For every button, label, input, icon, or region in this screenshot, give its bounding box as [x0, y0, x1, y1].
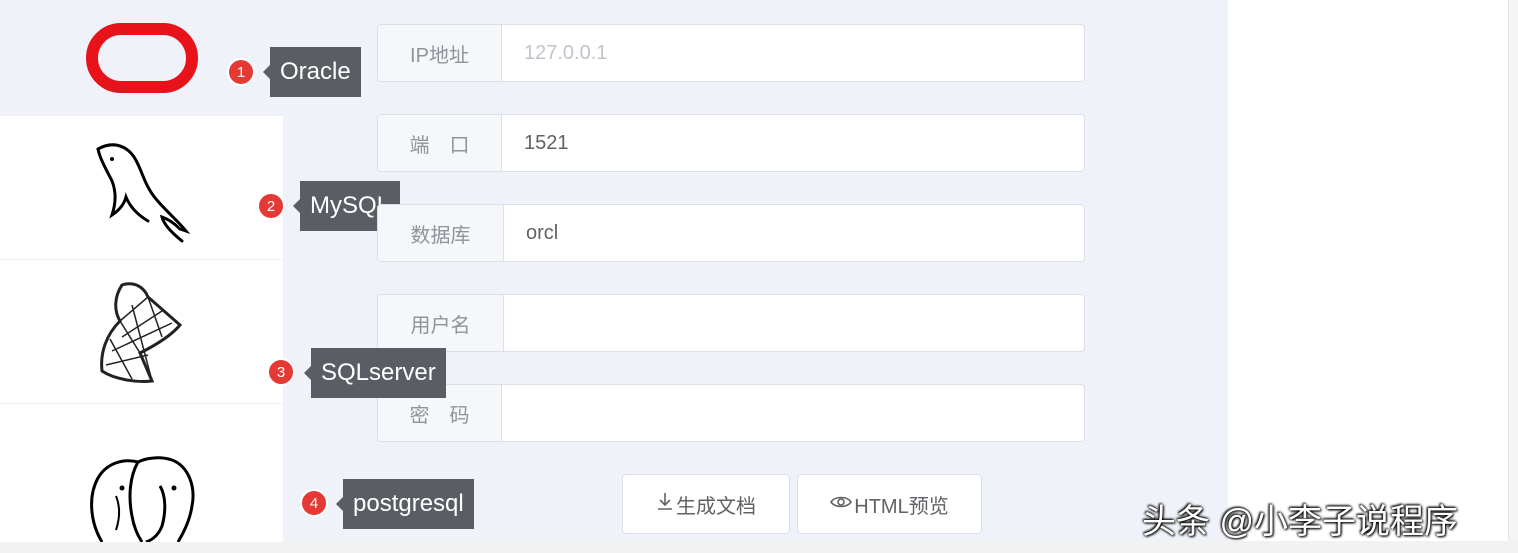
- database-input[interactable]: [504, 205, 1084, 261]
- db-item-postgresql[interactable]: [0, 403, 283, 542]
- postgresql-elephant-icon: [86, 456, 198, 542]
- mysql-dolphin-icon: [82, 133, 202, 243]
- eye-icon: [830, 493, 853, 516]
- port-input[interactable]: [502, 115, 1084, 171]
- generate-doc-button[interactable]: 生成文档: [622, 474, 790, 534]
- ip-input[interactable]: [502, 25, 1084, 81]
- download-icon: [656, 491, 674, 517]
- callout-badge-2: 2: [257, 192, 285, 220]
- sqlserver-logo-icon: [92, 277, 192, 387]
- ip-field-row: IP地址: [377, 24, 1085, 82]
- db-item-sqlserver[interactable]: [0, 259, 283, 404]
- right-blank-area: [1228, 0, 1508, 541]
- oracle-logo-icon: [85, 22, 198, 93]
- callout-badge-1: 1: [227, 58, 255, 86]
- callout-label-postgresql: postgresql: [336, 479, 474, 529]
- password-input[interactable]: [502, 385, 1084, 441]
- generate-doc-label: 生成文档: [676, 495, 756, 518]
- callout-badge-4: 4: [300, 489, 328, 517]
- watermark: 头条 @小李子说程序: [1142, 503, 1458, 541]
- port-field-row: 端 口: [377, 114, 1085, 172]
- database-field-row: 数据库: [377, 204, 1085, 262]
- callout-label-sqlserver: SQLserver: [304, 348, 446, 398]
- username-label: 用户名: [378, 295, 504, 351]
- port-label: 端 口: [378, 115, 502, 171]
- callout-label-oracle: Oracle: [263, 47, 361, 97]
- scrollbar[interactable]: [1508, 0, 1518, 553]
- password-field-row: 密 码: [377, 384, 1085, 442]
- username-field-row: 用户名: [377, 294, 1085, 352]
- html-preview-label: HTML预览: [854, 495, 949, 518]
- database-label: 数据库: [378, 205, 504, 261]
- username-input[interactable]: [504, 295, 1084, 351]
- html-preview-button[interactable]: HTML预览: [797, 474, 982, 534]
- callout-badge-3: 3: [267, 358, 295, 386]
- ip-label: IP地址: [378, 25, 502, 81]
- db-item-mysql[interactable]: [0, 115, 283, 260]
